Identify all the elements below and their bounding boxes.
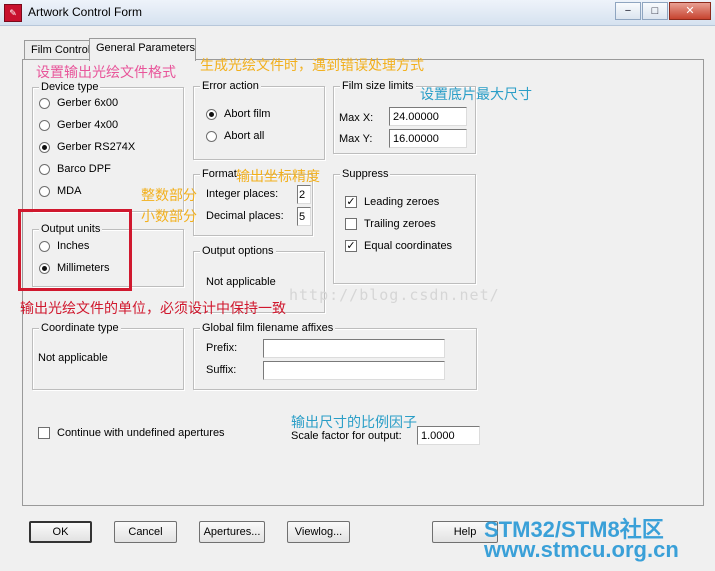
max-y-label: Max Y:	[339, 133, 373, 145]
format-title: Format	[200, 168, 239, 180]
app-icon: ✎	[4, 4, 22, 22]
affixes-title: Global film filename affixes	[200, 322, 336, 334]
watermark-text: http://blog.csdn.net/	[289, 286, 500, 304]
prefix-field[interactable]	[263, 339, 445, 358]
integer-places-field[interactable]	[297, 185, 311, 204]
radio-abort-all[interactable]: Abort all	[206, 130, 264, 142]
prefix-label: Prefix:	[206, 342, 238, 354]
ok-button[interactable]: OK	[29, 521, 92, 543]
annotation-film-size: 设置底片最大尺寸	[420, 86, 532, 102]
affixes-group: Global film filename affixes	[193, 322, 477, 390]
radio-barco-dpf[interactable]: Barco DPF	[39, 163, 111, 175]
checkbox-equal-coordinates[interactable]: ✓ Equal coordinates	[345, 240, 452, 252]
checkbox-box[interactable]: ✓	[345, 196, 357, 208]
decimal-places-field[interactable]	[297, 207, 311, 226]
checkbox-continue-undefined-apertures[interactable]: Continue with undefined apertures	[38, 427, 225, 439]
annotation-coord-precision: 输出坐标精度	[236, 168, 320, 184]
tab-general-parameters[interactable]: General Parameters	[89, 38, 196, 61]
annotation-decimal-part: 小数部分	[141, 208, 197, 224]
cancel-button[interactable]: Cancel	[114, 521, 177, 543]
coordinate-type-value: Not applicable	[38, 352, 108, 364]
highlight-box	[18, 209, 132, 291]
radio-indicator[interactable]	[39, 119, 50, 131]
viewlog-button[interactable]: Viewlog...	[287, 521, 350, 543]
radio-gerber-6x00[interactable]: Gerber 6x00	[39, 97, 118, 109]
radio-gerber-4x00[interactable]: Gerber 4x00	[39, 119, 118, 131]
minimize-button[interactable]: −	[615, 2, 641, 20]
annotation-integer-part: 整数部分	[141, 187, 197, 203]
radio-gerber-rs274x[interactable]: Gerber RS274X	[39, 141, 135, 153]
checkbox-trailing-zeroes[interactable]: Trailing zeroes	[345, 218, 436, 230]
error-action-title: Error action	[200, 80, 261, 92]
radio-abort-film[interactable]: Abort film	[206, 108, 270, 120]
tab-film-control[interactable]: Film Control	[24, 40, 90, 60]
checkbox-leading-zeroes[interactable]: ✓ Leading zeroes	[345, 196, 439, 208]
checkbox-box[interactable]	[38, 427, 50, 439]
error-action-group: Error action	[193, 80, 325, 160]
brand-line-2: www.stmcu.org.cn	[484, 537, 679, 562]
radio-indicator-selected[interactable]	[206, 108, 217, 120]
annotation-scale-note: 输出尺寸的比例因子	[291, 414, 417, 430]
close-button[interactable]: ✕	[669, 2, 711, 20]
radio-mda[interactable]: MDA	[39, 185, 81, 197]
output-options-value: Not applicable	[206, 276, 276, 288]
annotation-units-note: 输出光绘文件的单位，必须设计中保持一致	[20, 300, 286, 316]
integer-places-label: Integer places:	[206, 188, 279, 200]
radio-indicator[interactable]	[39, 163, 50, 175]
radio-indicator-selected[interactable]	[39, 141, 50, 153]
scale-factor-field[interactable]	[417, 426, 480, 445]
suffix-label: Suffix:	[206, 364, 237, 376]
annotation-set-format: 设置输出光绘文件格式	[36, 64, 176, 80]
max-x-label: Max X:	[339, 112, 374, 124]
film-size-title: Film size limits	[340, 80, 416, 92]
device-type-title: Device type	[39, 81, 101, 93]
radio-indicator[interactable]	[39, 185, 50, 197]
max-y-field[interactable]	[389, 129, 467, 148]
radio-indicator[interactable]	[39, 97, 50, 109]
max-x-field[interactable]	[389, 107, 467, 126]
title-bar[interactable]: ✎ Artwork Control Form − □ ✕	[0, 0, 715, 26]
checkbox-box[interactable]	[345, 218, 357, 230]
coordinate-type-title: Coordinate type	[39, 322, 121, 334]
decimal-places-label: Decimal places:	[206, 210, 284, 222]
suffix-field[interactable]	[263, 361, 445, 380]
output-options-title: Output options	[200, 245, 276, 257]
window-title: Artwork Control Form	[28, 5, 143, 19]
maximize-button[interactable]: □	[642, 2, 668, 20]
apertures-button[interactable]: Apertures...	[199, 521, 265, 543]
annotation-error-handling: 生成光绘文件时，遇到错误处理方式	[200, 57, 424, 73]
radio-indicator[interactable]	[206, 130, 217, 142]
suppress-title: Suppress	[340, 168, 391, 180]
checkbox-box[interactable]: ✓	[345, 240, 357, 252]
